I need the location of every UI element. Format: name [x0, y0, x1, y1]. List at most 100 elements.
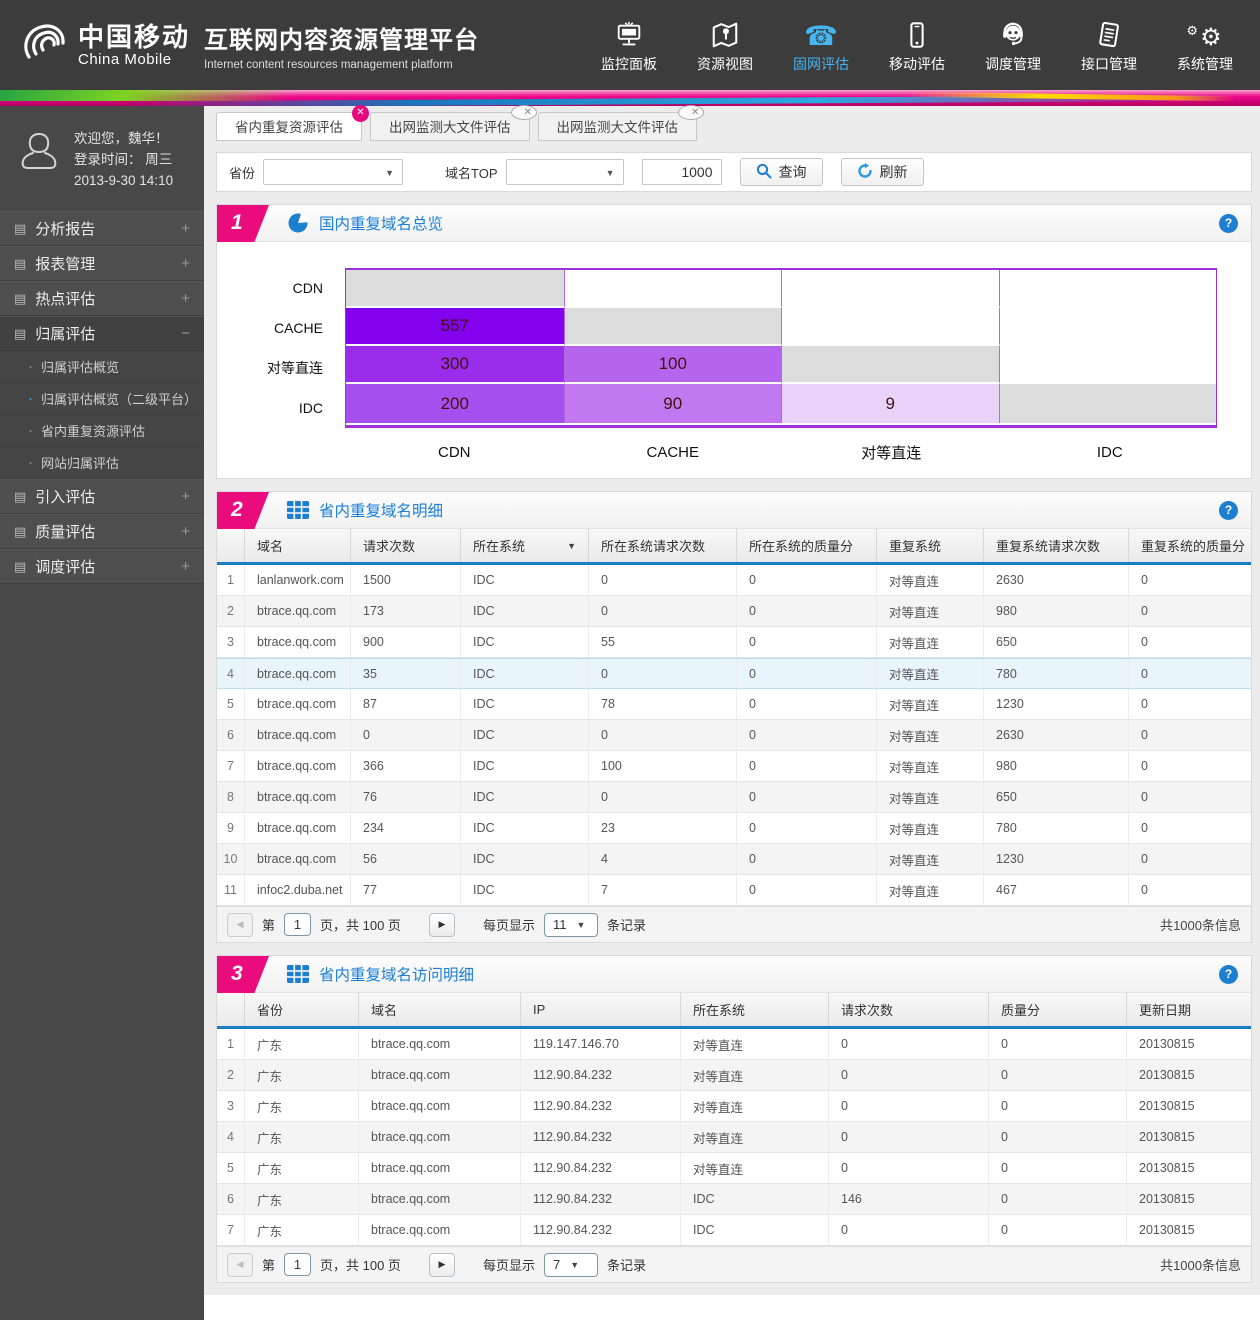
sidebar-item-quality-eval[interactable]: ▤质量评估+ [0, 514, 204, 549]
sidebar-item-report-mgmt[interactable]: ▤报表管理+ [0, 246, 204, 281]
row-number: 10 [217, 844, 245, 874]
sidebar-sub-belong-overview[interactable]: ·归属评估概览 [0, 351, 204, 383]
chevron-down-icon: ▼ [576, 920, 585, 930]
table-row[interactable]: 3广东btrace.qq.com112.90.84.232对等直连0020130… [217, 1091, 1251, 1122]
nav-mobile-eval[interactable]: 移动评估 [886, 16, 948, 74]
domain-top-select[interactable]: ▼ [506, 159, 624, 185]
table-cell: 0 [1129, 720, 1251, 750]
refresh-button[interactable]: 刷新 [841, 158, 924, 186]
sidebar-item-dispatch-eval[interactable]: ▤调度评估+ [0, 549, 204, 584]
sidebar-item-label: 质量评估 [35, 521, 95, 542]
sidebar-sub-site-belong[interactable]: ·网站归属评估 [0, 447, 204, 479]
prev-page-button[interactable]: ◀ [227, 913, 253, 937]
table-row[interactable]: 5广东btrace.qq.com112.90.84.232对等直连0020130… [217, 1153, 1251, 1184]
table-cell: btrace.qq.com [359, 1060, 521, 1090]
table-cell: 2630 [984, 565, 1129, 595]
expand-icon[interactable]: + [181, 558, 190, 575]
nav-monitor-panel[interactable]: 监控面板 [598, 16, 660, 74]
expand-icon[interactable]: + [181, 290, 190, 307]
table-row[interactable]: 7广东btrace.qq.com112.90.84.232IDC00201308… [217, 1215, 1251, 1246]
page-number-input[interactable]: 1 [284, 1253, 311, 1276]
table-row[interactable]: 1广东btrace.qq.com119.147.146.70对等直连002013… [217, 1029, 1251, 1060]
app-title: 互联网内容资源管理平台 [204, 20, 479, 55]
table-row[interactable]: 10btrace.qq.com56IDC40对等直连12300 [217, 844, 1251, 875]
table-row[interactable]: 7btrace.qq.com366IDC1000对等直连9800 [217, 751, 1251, 782]
table-row[interactable]: 3btrace.qq.com900IDC550对等直连6500 [217, 627, 1251, 658]
sidebar-item-belong-eval[interactable]: ▤归属评估− [0, 316, 204, 351]
nav-system-mgmt[interactable]: ⚙⚙系统管理 [1174, 16, 1236, 74]
nav-dispatch-mgmt[interactable]: 调度管理 [982, 16, 1044, 74]
nav-item-label: 调度管理 [985, 54, 1041, 74]
help-icon[interactable]: ? [1219, 965, 1238, 984]
per-page-select[interactable]: 11▼ [544, 913, 598, 937]
column-header: 所在系统请求次数 [589, 529, 737, 562]
table-row[interactable]: 6广东btrace.qq.com112.90.84.232IDC14602013… [217, 1184, 1251, 1215]
table-grid-icon [287, 501, 309, 519]
column-header-label: 域名 [257, 536, 283, 555]
row-number: 2 [217, 596, 245, 626]
sidebar-item-hotspot-eval[interactable]: ▤热点评估+ [0, 281, 204, 316]
detail-table-header: 域名请求次数所在系统▼所在系统请求次数所在系统的质量分重复系统重复系统请求次数重… [217, 529, 1251, 565]
per-page-label: 每页显示 [483, 915, 535, 934]
sidebar-sub-province-duplicate[interactable]: ·省内重复资源评估 [0, 415, 204, 447]
nav-resource-view[interactable]: 资源视图 [694, 16, 756, 74]
column-header-label: 请求次数 [841, 1000, 893, 1019]
page-number-input[interactable]: 1 [284, 913, 311, 936]
table-cell: 0 [1129, 565, 1251, 595]
table-cell: IDC [461, 782, 589, 812]
heatmap-col-labels: CDNCACHE对等直连IDC [345, 428, 1219, 476]
table-row[interactable]: 9btrace.qq.com234IDC230对等直连7800 [217, 813, 1251, 844]
table-cell: btrace.qq.com [245, 659, 351, 688]
nav-fixed-network[interactable]: ☎固网评估 [790, 16, 852, 74]
expand-icon[interactable]: + [181, 220, 190, 237]
prev-page-button[interactable]: ◀ [227, 1253, 253, 1277]
nav-item-label: 监控面板 [601, 54, 657, 74]
nav-item-label: 固网评估 [793, 54, 849, 74]
table-row[interactable]: 1lanlanwork.com1500IDC00对等直连26300 [217, 565, 1251, 596]
tab-province-duplicate[interactable]: 省内重复资源评估✕ [216, 112, 362, 141]
table-cell: IDC [461, 813, 589, 843]
expand-icon[interactable]: + [181, 523, 190, 540]
table-row[interactable]: 2btrace.qq.com173IDC00对等直连9800 [217, 596, 1251, 627]
table-row[interactable]: 11infoc2.duba.net77IDC70对等直连4670 [217, 875, 1251, 906]
sidebar-sub-belong-overview-l2[interactable]: ·归属评估概览（二级平台） [0, 383, 204, 415]
help-icon[interactable]: ? [1219, 501, 1238, 520]
table-row[interactable]: 2广东btrace.qq.com112.90.84.232对等直连0020130… [217, 1060, 1251, 1091]
table-row[interactable]: 6btrace.qq.com0IDC00对等直连26300 [217, 720, 1251, 751]
table-cell: 112.90.84.232 [521, 1215, 681, 1245]
expand-icon[interactable]: + [181, 255, 190, 272]
tab-outbound-bigfile-2[interactable]: 出网监测大文件评估✕ [538, 112, 698, 141]
next-page-button[interactable]: ▶ [429, 1253, 455, 1277]
close-icon[interactable]: ✕ [511, 105, 537, 120]
per-page-select[interactable]: 7▼ [544, 1253, 598, 1277]
table-cell: 广东 [245, 1153, 359, 1183]
tab-label: 出网监测大文件评估 [557, 120, 679, 135]
close-icon[interactable]: ✕ [678, 105, 704, 120]
sidebar-item-import-eval[interactable]: ▤引入评估+ [0, 479, 204, 514]
province-select[interactable]: ▼ [263, 159, 403, 185]
close-icon[interactable]: ✕ [352, 105, 369, 122]
tab-outbound-bigfile-1[interactable]: 出网监测大文件评估✕ [370, 112, 530, 141]
table-cell: IDC [461, 627, 589, 657]
heatmap-cell: 100 [564, 346, 782, 384]
table-cell: 广东 [245, 1029, 359, 1059]
expand-icon[interactable]: + [181, 488, 190, 505]
filter-chevron-icon[interactable]: ▼ [567, 541, 576, 551]
top-count-input[interactable] [642, 159, 722, 185]
section2-header: 2 省内重复域名明细 ? [217, 492, 1251, 529]
table-row[interactable]: 4广东btrace.qq.com112.90.84.232对等直连0020130… [217, 1122, 1251, 1153]
search-button[interactable]: 查询 [740, 158, 823, 186]
table-cell: 980 [984, 596, 1129, 626]
login-time-label: 登录时间： 周三 [74, 149, 173, 170]
table-row[interactable]: 4btrace.qq.com35IDC00对等直连7800 [217, 658, 1251, 689]
next-page-button[interactable]: ▶ [429, 913, 455, 937]
sidebar-item-analysis-report[interactable]: ▤分析报告+ [0, 211, 204, 246]
collapse-icon[interactable]: − [181, 325, 190, 342]
nav-interface-mgmt[interactable]: 接口管理 [1078, 16, 1140, 74]
chevron-down-icon: ▼ [606, 168, 615, 178]
table-row[interactable]: 5btrace.qq.com87IDC780对等直连12300 [217, 689, 1251, 720]
help-icon[interactable]: ? [1219, 214, 1238, 233]
table-row[interactable]: 8btrace.qq.com76IDC00对等直连6500 [217, 782, 1251, 813]
tab-bar: 省内重复资源评估✕出网监测大文件评估✕出网监测大文件评估✕ [216, 106, 1252, 141]
table-cell: 112.90.84.232 [521, 1122, 681, 1152]
